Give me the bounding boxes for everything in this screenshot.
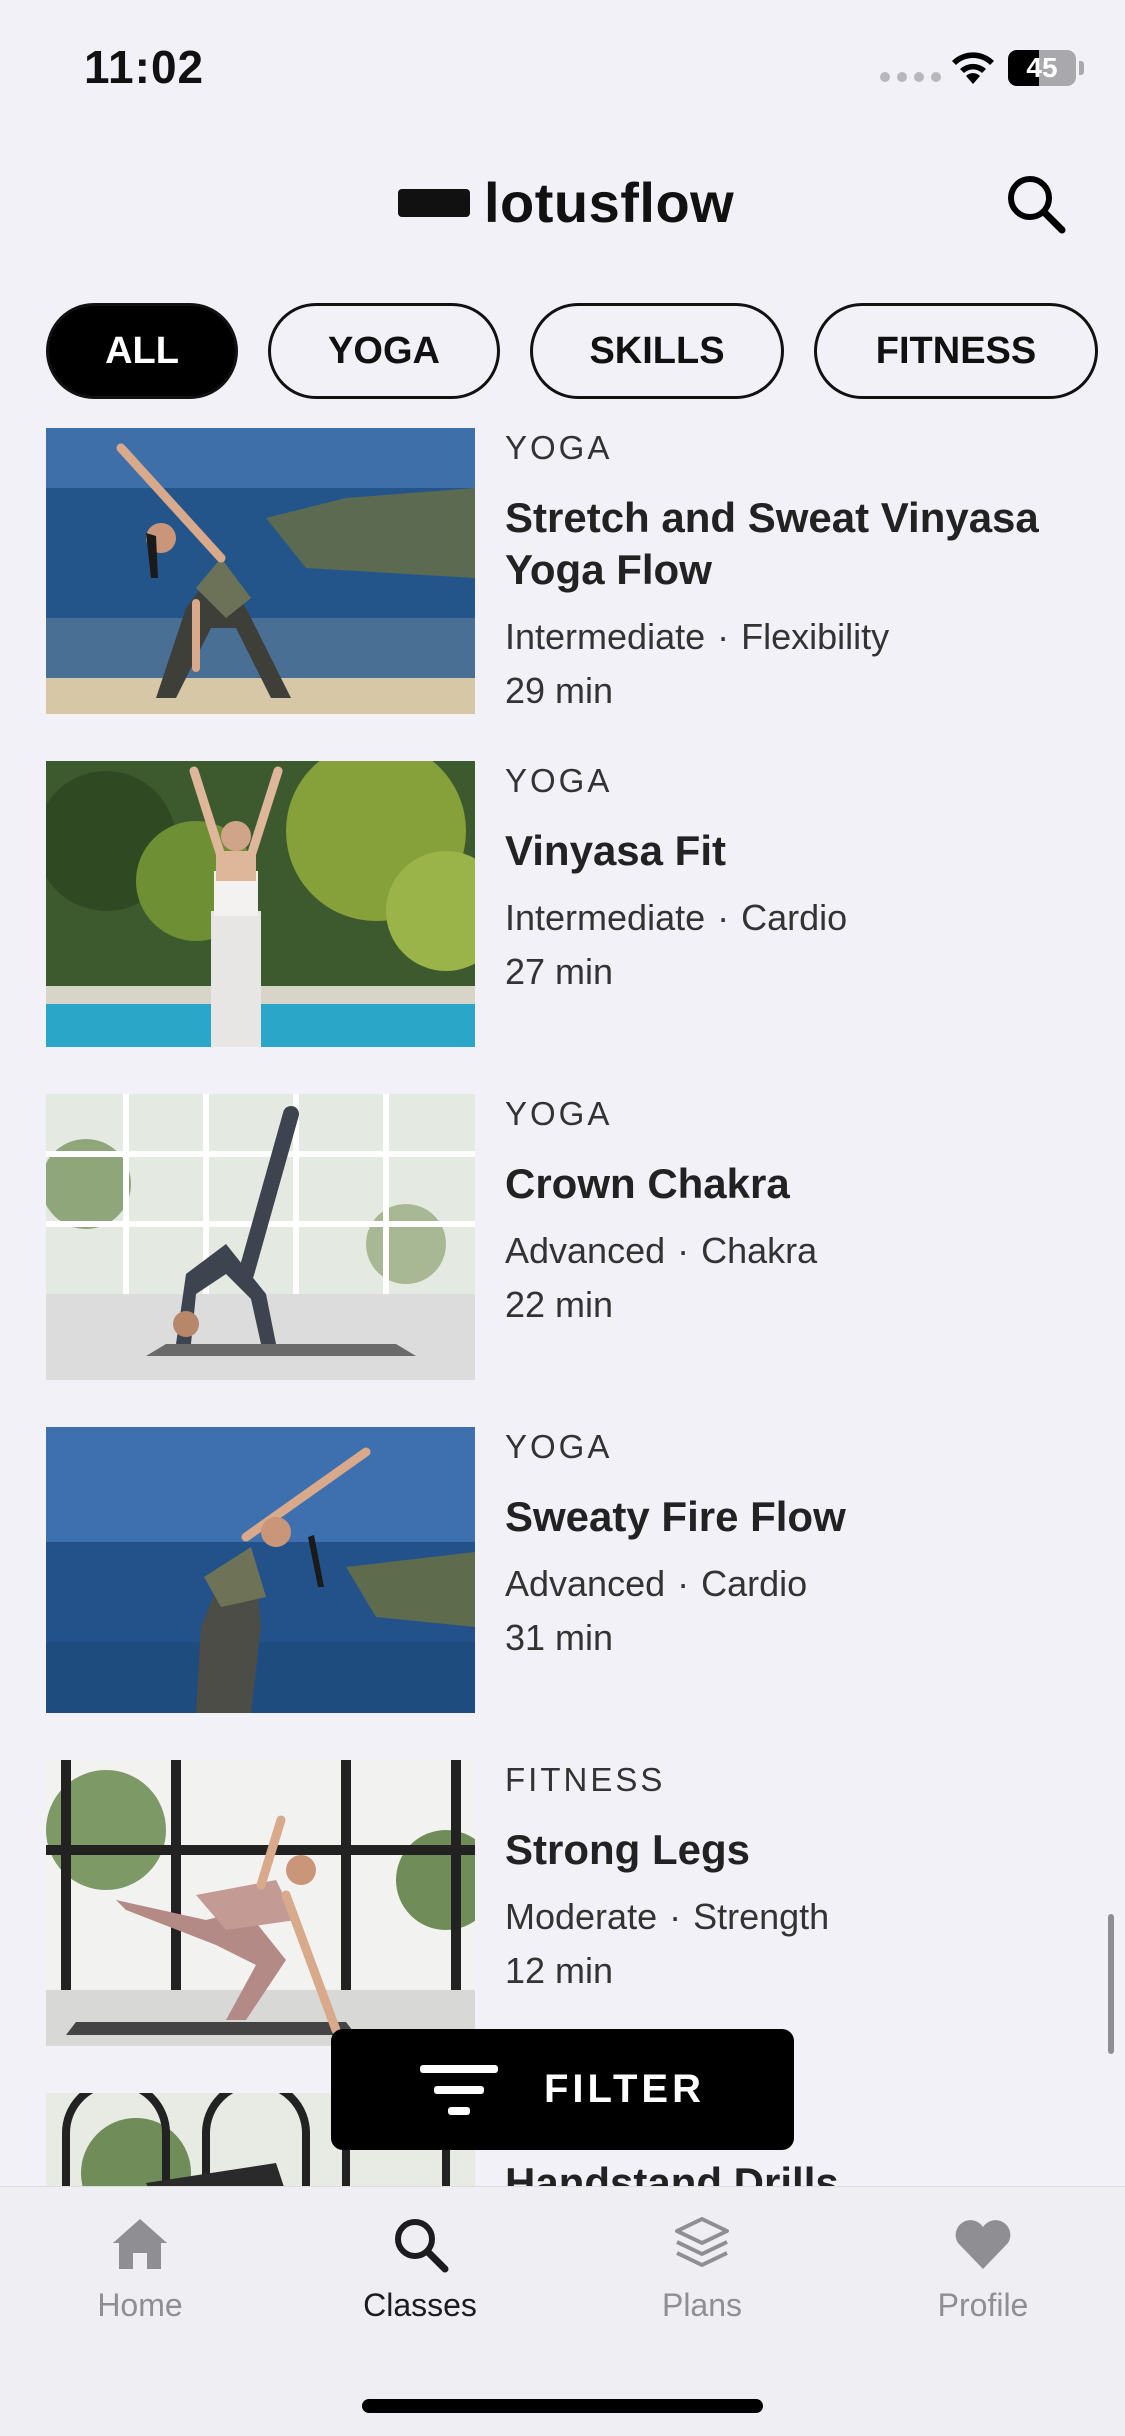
battery-cap [1079,61,1084,75]
meta-separator: · [717,897,730,938]
tab-classes[interactable]: Classes [320,2215,520,2324]
class-focus: Strength [693,1896,830,1937]
class-title: Sweaty Fire Flow [505,1493,846,1540]
class-category: YOGA [505,1095,613,1132]
class-title: Vinyasa Fit [505,827,726,874]
app-logo: lotusflow [398,170,734,235]
class-thumbnail [46,1094,475,1380]
class-thumbnail [46,1427,475,1713]
class-info: YOGA Vinyasa Fit Intermediate · Cardio 27 … [505,761,1105,997]
tab-label: Plans [661,2287,743,2323]
class-card[interactable]: YOGA Stretch and Sweat Vinyasa Yoga Flow… [46,428,1106,714]
scrollbar[interactable] [1108,1914,1114,2054]
class-title: Handstand Drills [505,2159,839,2186]
class-focus: Flexibility [741,616,890,657]
class-title: Stretch and Sweat Vinyasa Yoga Flow [505,494,1039,593]
tab-home[interactable]: Home [40,2215,240,2324]
class-title: Strong Legs [505,1826,751,1873]
class-focus: Cardio [701,1563,808,1604]
class-thumbnail [46,761,475,1047]
meta-separator: · [717,616,730,657]
status-time: 11:02 [84,41,205,93]
meta-separator: · [669,1896,682,1937]
class-info: YOGA Sweaty Fire Flow Advanced · Cardio 31… [505,1427,1105,1663]
class-thumbnail [46,428,475,714]
meta-separator: · [677,1230,690,1271]
heart-icon [955,2220,1011,2269]
app-header: lotusflow [0,150,1125,250]
tab-label: Classes [363,2287,477,2323]
class-card[interactable]: FITNESS Strong Legs Moderate · Strength 12… [46,1760,1106,2046]
chip-all[interactable]: ALL [46,303,238,399]
class-meta: Intermediate · Cardio [505,893,1105,943]
tab-label: Profile [937,2287,1029,2323]
class-duration: 22 min [505,1284,614,1325]
class-info: FITNESS Strong Legs Moderate · Strength 12… [505,1760,1105,1996]
class-title: Crown Chakra [505,1160,790,1207]
class-focus: Chakra [701,1230,818,1271]
filter-label: FILTER [543,2067,705,2111]
class-thumbnail [46,1760,475,2046]
search-icon [395,2219,449,2273]
filter-button[interactable]: FILTER [331,2029,794,2150]
class-category: YOGA [505,762,613,799]
logo-mark [398,188,470,217]
class-focus: Cardio [741,897,848,938]
battery-icon: 45 [1008,50,1076,86]
home-indicator [362,2399,763,2413]
class-level: Advanced [505,1563,666,1604]
search-icon[interactable] [1000,168,1070,238]
tab-label: Home [97,2287,183,2323]
class-level: Advanced [505,1230,666,1271]
class-list: YOGA Stretch and Sweat Vinyasa Yoga Flow… [0,428,1125,2186]
class-meta: Advanced · Cardio [505,1559,1105,1609]
wifi-icon [952,52,994,84]
tab-profile[interactable]: Profile [883,2215,1083,2324]
class-duration: 12 min [505,1950,614,1991]
class-info: YOGA Crown Chakra Advanced · Chakra 22 min [505,1094,1105,1330]
class-category: YOGA [505,429,613,466]
class-level: Intermediate [505,897,706,938]
chip-fitness[interactable]: FITNESS [814,303,1098,399]
chip-yoga[interactable]: YOGA [268,303,500,399]
class-meta: Advanced · Chakra [505,1226,1105,1276]
class-meta: Intermediate · Flexibility [505,612,1105,662]
category-chips: ALL YOGA SKILLS FITNESS [46,303,1098,399]
class-duration: 31 min [505,1617,614,1658]
chip-skills[interactable]: SKILLS [530,303,784,399]
class-card[interactable]: YOGA Crown Chakra Advanced · Chakra 22 min [46,1094,1106,1380]
class-duration: 27 min [505,951,614,992]
status-bar: 11:02 45 [0,0,1125,135]
class-info: YOGA Stretch and Sweat Vinyasa Yoga Flow… [505,428,1105,716]
layers-icon [675,2217,729,2267]
class-card[interactable]: YOGA Sweaty Fire Flow Advanced · Cardio 31… [46,1427,1106,1713]
class-category: FITNESS [505,1761,666,1798]
class-meta: Moderate · Strength [505,1892,1105,1942]
class-level: Intermediate [505,616,706,657]
meta-separator: · [677,1563,690,1604]
tab-plans[interactable]: Plans [602,2215,802,2324]
filter-icon [419,2064,498,2115]
class-level: Moderate [505,1896,658,1937]
cellular-signal-icon [880,72,941,82]
class-card[interactable]: YOGA Vinyasa Fit Intermediate · Cardio 27 … [46,761,1106,1047]
battery-level: 45 [1026,52,1058,83]
class-category: YOGA [505,1428,613,1465]
logo-text: lotusflow [484,171,735,234]
class-duration: 29 min [505,670,614,711]
home-icon [113,2219,167,2269]
